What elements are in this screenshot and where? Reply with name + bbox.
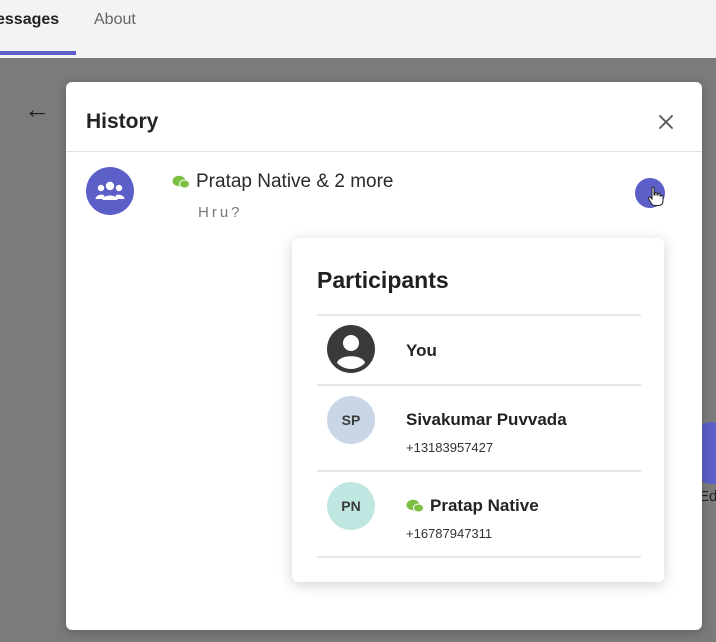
hand-cursor-icon [647,186,664,206]
chat-item[interactable]: Pratap Native & 2 more [172,171,393,193]
wechat-icon [172,175,190,189]
dialog-title: History [86,110,159,133]
group-avatar [86,167,134,215]
participant-phone: +13183957427 [406,440,494,455]
participant-name: Pratap Native [430,496,539,515]
close-button[interactable] [652,108,680,136]
avatar: SP [327,396,375,444]
participants-popover: Participants You SP Sivakumar Puvvada +1… [292,238,664,582]
more-options-icon [635,178,665,208]
participant-name: Sivakumar Puvvada [406,410,567,429]
participant-phone: +16787947311 [406,526,493,541]
group-icon [95,181,125,200]
tab-messages[interactable]: essages [0,11,59,29]
avatar: PN [327,482,375,530]
participants-button[interactable] [634,177,666,209]
divider [317,556,641,558]
top-tab-bar: essages About [0,0,716,58]
participant-row[interactable]: SP Sivakumar Puvvada +13183957427 [317,386,641,470]
person-icon [327,325,375,373]
participant-name: You [406,341,437,360]
chat-preview: Hru? [198,204,243,221]
close-icon [659,115,673,129]
participant-row[interactable]: You [317,316,641,384]
dialog-divider [66,151,702,152]
avatar [327,325,375,373]
active-tab-indicator [0,51,76,55]
tab-about[interactable]: About [94,11,136,29]
participant-row[interactable]: PN Pratap Native +16787947311 [317,472,641,556]
participants-title: Participants [317,267,449,293]
back-arrow-icon[interactable]: ← [24,96,50,122]
participant-name-row: Pratap Native [406,496,539,516]
chat-title: Pratap Native & 2 more [196,171,394,192]
wechat-icon [406,499,424,513]
